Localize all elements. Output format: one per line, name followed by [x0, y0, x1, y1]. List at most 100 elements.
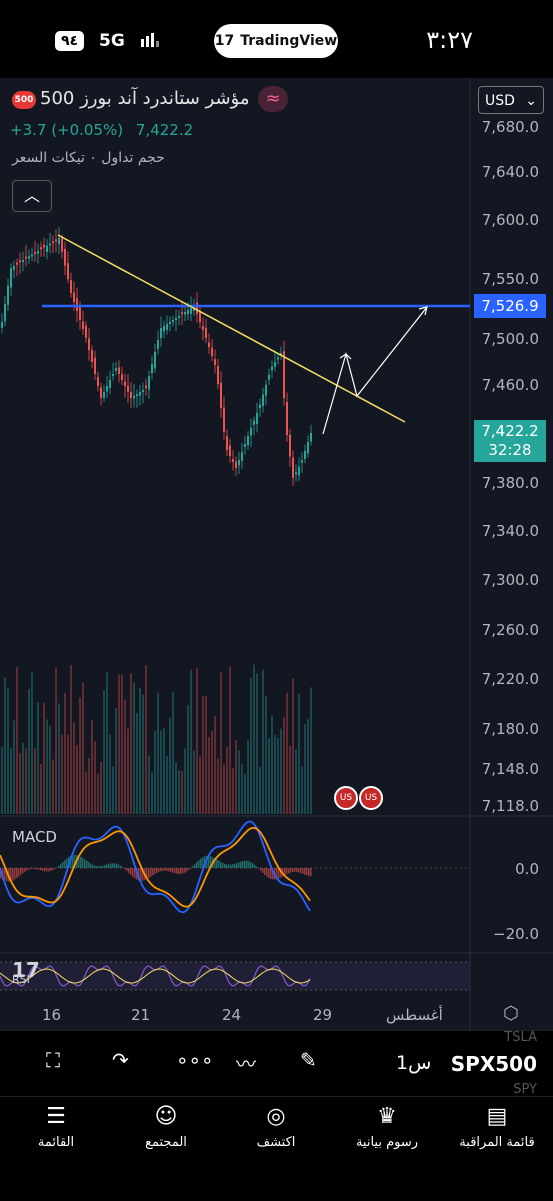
volume-bar: [76, 745, 78, 814]
macd-hist-bar: [234, 864, 236, 868]
candle-body: [301, 460, 303, 463]
volume-bar: [154, 731, 156, 814]
volume-bar: [214, 716, 216, 814]
macd-hist-bar: [246, 861, 248, 868]
macd-hist-bar: [232, 864, 234, 868]
projection-path[interactable]: [323, 307, 427, 434]
fullscreen-icon[interactable]: ⛶: [46, 1048, 60, 1072]
macd-hist-bar: [30, 868, 32, 869]
volume-bar: [79, 697, 81, 814]
volume-bar: [10, 748, 12, 814]
indicator-toggle-icon[interactable]: ≈: [258, 86, 288, 112]
candle-body: [127, 386, 129, 392]
redo-icon[interactable]: ↷: [112, 1048, 129, 1072]
currency-select[interactable]: USD ⌄: [478, 86, 544, 114]
macd-hist-bar: [46, 868, 48, 871]
macd-hist-bar: [308, 868, 310, 876]
symbol-selector[interactable]: SPX500: [451, 1052, 537, 1076]
macd-hist-bar: [98, 866, 100, 868]
candle-body: [304, 451, 306, 459]
candle-body: [151, 364, 153, 373]
volume-bar: [295, 749, 297, 814]
macd-hist-bar: [194, 864, 196, 868]
candle-body: [223, 407, 225, 432]
macd-hist-bar: [254, 865, 256, 868]
more-icon[interactable]: ∘∘∘: [176, 1048, 214, 1072]
volume-bar: [265, 696, 267, 814]
candle-body: [184, 312, 186, 314]
macd-hist-bar: [110, 863, 112, 868]
candle-body: [235, 462, 237, 468]
macd-hist-bar: [192, 866, 194, 868]
macd-hist-bar: [84, 859, 86, 868]
volume-bar: [109, 734, 111, 814]
candle-body: [145, 386, 147, 388]
us-flag-event-icon[interactable]: US: [334, 786, 358, 810]
interval-selector[interactable]: 1س: [396, 1052, 431, 1074]
volume-bar: [163, 728, 165, 814]
candle-body: [286, 402, 288, 435]
macd-hist-bar: [104, 865, 106, 868]
nav-community[interactable]: ☺ المجتمع: [116, 1104, 216, 1150]
volume-bar: [178, 770, 180, 814]
chart-canvas[interactable]: [0, 78, 553, 1030]
macd-hist-bar: [114, 863, 116, 868]
volume-bar: [202, 696, 204, 814]
macd-hist-bar: [300, 868, 302, 873]
us-flag-event-icon[interactable]: US: [359, 786, 383, 810]
symbol-title[interactable]: مؤشر ستاندرد آند بورز 500: [40, 88, 250, 109]
candle-body: [229, 446, 231, 456]
price-tick: 7,220.0: [482, 670, 539, 688]
volume-bar: [166, 756, 168, 814]
volume-bar: [97, 774, 99, 814]
nav-label: اكتشف: [226, 1135, 326, 1150]
nav-menu[interactable]: ☰ القائمة: [6, 1104, 106, 1150]
volume-bar: [196, 668, 198, 814]
charts-icon: ♛: [377, 1104, 397, 1129]
pencil-icon[interactable]: ✎: [300, 1048, 317, 1072]
volume-bar: [52, 759, 54, 814]
macd-hist-bar: [296, 868, 298, 872]
candle-body: [205, 328, 207, 338]
candle-body: [175, 318, 177, 320]
volume-bar: [157, 693, 159, 814]
price-tick: 7,600.0: [482, 211, 539, 229]
volume-bar: [190, 670, 192, 814]
nav-watchlist[interactable]: ▤ قائمة المراقبة: [447, 1104, 547, 1150]
macd-hist-bar: [88, 862, 90, 868]
volume-bar: [298, 694, 300, 814]
price-tick: 7,340.0: [482, 522, 539, 540]
candle-body: [202, 326, 204, 330]
level-price-tag: 7,526.9: [474, 294, 546, 318]
nav-label: قائمة المراقبة: [447, 1135, 547, 1150]
price-tick: 7,640.0: [482, 163, 539, 181]
candle-body: [142, 390, 144, 392]
volume-bar: [172, 692, 174, 814]
collapse-legend-button[interactable]: ︿: [12, 180, 52, 212]
volume-bar: [64, 693, 66, 814]
macd-hist-bar: [238, 862, 240, 868]
nav-discover[interactable]: ◎ اكتشف: [226, 1104, 326, 1150]
tradingview-pill[interactable]: 17 TradingView: [214, 24, 338, 58]
nav-charts[interactable]: ♛ رسوم بيانية: [337, 1104, 437, 1150]
volume-bar: [49, 726, 51, 814]
chevron-up-icon: ︿: [24, 186, 40, 205]
candle-body: [292, 458, 294, 478]
macd-hist-bar: [22, 868, 24, 873]
macd-hist-bar: [182, 868, 184, 873]
volume-bar: [250, 678, 252, 814]
macd-hist-bar: [286, 868, 288, 874]
macd-hist-bar: [174, 868, 176, 873]
volume-bar: [28, 689, 30, 814]
tradingview-logo-icon: 17: [215, 33, 234, 49]
chart-settings-icon[interactable]: ⬡: [503, 1003, 519, 1024]
candle-body: [172, 320, 174, 322]
candle-body: [133, 396, 135, 398]
candle-body: [124, 382, 126, 386]
candle-body: [139, 392, 141, 396]
drawing-tools-icon[interactable]: 〰: [236, 1048, 256, 1077]
battery-indicator: ٩٤: [55, 31, 84, 51]
macd-hist-bar: [168, 868, 170, 871]
candle-body: [100, 387, 102, 398]
macd-hist-bar: [126, 868, 128, 871]
